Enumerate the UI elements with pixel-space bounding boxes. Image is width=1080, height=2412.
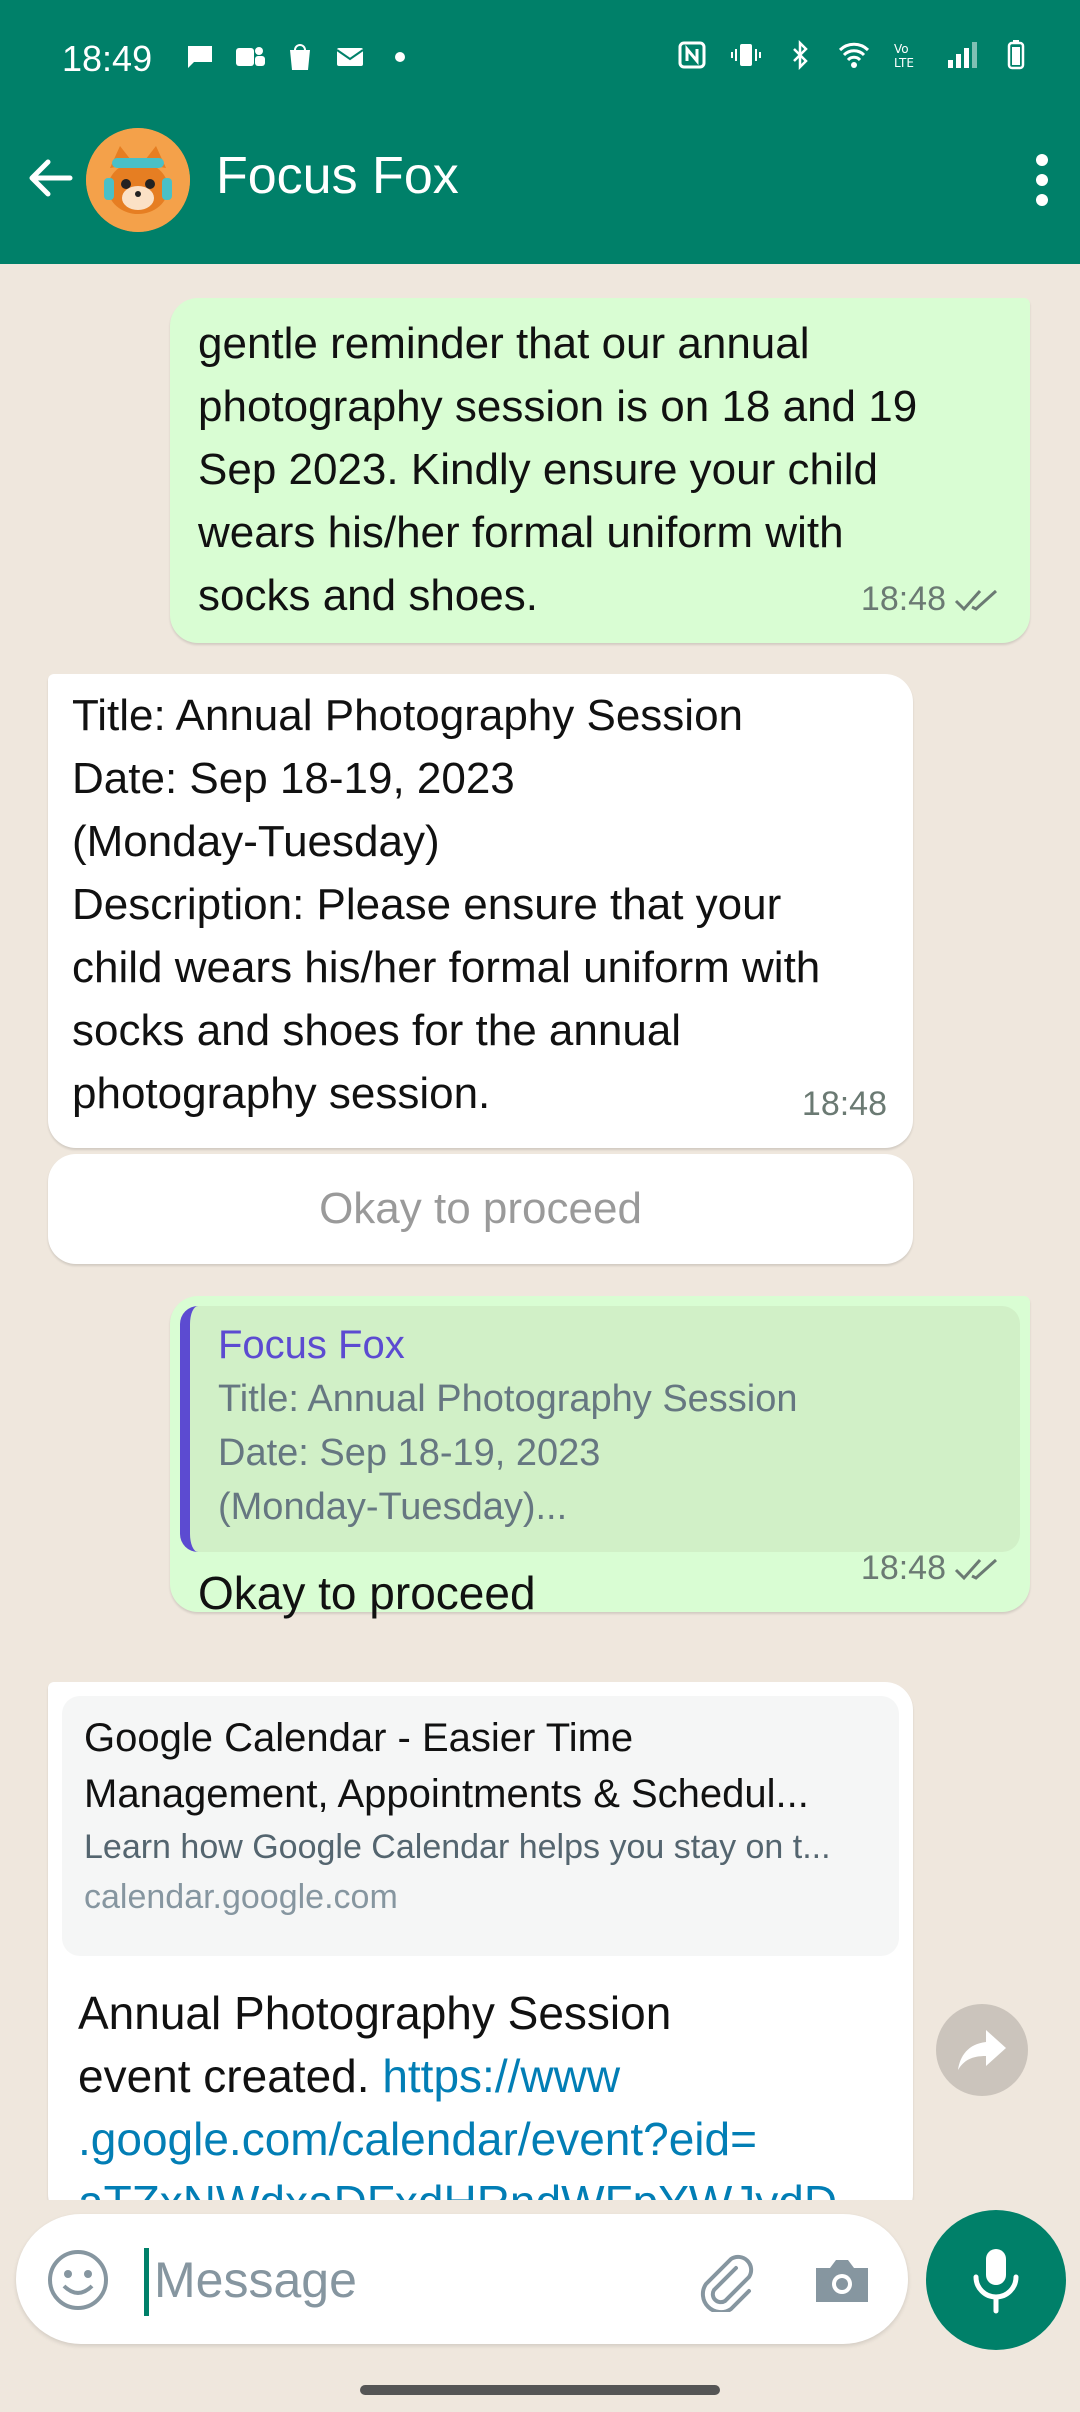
fox-avatar-icon (86, 128, 190, 232)
home-gesture-bar[interactable] (360, 2385, 720, 2395)
chat-area[interactable]: gentle reminder that our annual photogra… (0, 264, 1080, 2200)
message-time: 18:48 (860, 580, 946, 618)
shopify-icon (290, 44, 310, 70)
event-link[interactable]: https://www (382, 2050, 620, 2102)
battery-icon (1007, 40, 1025, 70)
event-link[interactable]: aTZxNWdxaDFxdHRndWFpYWJydD (78, 2171, 883, 2200)
event-link[interactable]: .google.com/calendar/event?eid= (78, 2108, 883, 2171)
preview-title: Google Calendar - Easier Time (84, 1716, 634, 1760)
incoming-link-message[interactable]: Google Calendar - Easier Time Management… (48, 1682, 913, 2200)
text-caret (144, 2248, 149, 2316)
message-body: Annual Photography Session event created… (62, 1956, 899, 2200)
message-meta: 18:48 (861, 568, 1004, 631)
outgoing-reply-message[interactable]: Focus Fox Title: Annual Photography Sess… (170, 1296, 1030, 1619)
quote-author: Focus Fox (218, 1323, 405, 1367)
message-line: Description: Please ensure that your chi… (72, 880, 821, 1118)
svg-text:LTE: LTE (894, 56, 914, 70)
avatar[interactable] (86, 128, 190, 232)
quote-line: Title: Annual Photography Session (218, 1378, 798, 1420)
more-notifications-icon (395, 52, 405, 62)
message-text: gentle reminder that our annual photogra… (198, 319, 918, 620)
back-arrow-icon[interactable] (22, 150, 78, 206)
volte-icon: VoLTE (894, 42, 914, 70)
outgoing-message[interactable]: gentle reminder that our annual photogra… (170, 298, 1030, 643)
chat-notification-icon (188, 46, 212, 68)
wifi-icon (838, 42, 870, 68)
forward-button[interactable] (936, 2004, 1028, 2096)
vibrate-icon (731, 44, 761, 66)
microphone-icon (973, 2249, 1019, 2314)
message-meta: 18:48 (861, 1537, 1004, 1600)
forward-icon (958, 2030, 1006, 2070)
message-meta: 18:48 (802, 1073, 887, 1136)
message-composer (16, 2214, 908, 2344)
message-text: Okay to proceed (198, 1567, 536, 1619)
message-time: 18:48 (860, 1549, 946, 1587)
read-ticks-icon (954, 1558, 998, 1580)
mail-icon (336, 48, 364, 66)
nfc-icon (678, 41, 706, 69)
bluetooth-icon (793, 40, 808, 70)
incoming-message[interactable]: Title: Annual Photography Session Date: … (48, 674, 913, 1148)
teams-icon (236, 47, 265, 66)
preview-domain: calendar.google.com (84, 1878, 398, 1916)
more-options-icon[interactable] (1032, 150, 1052, 210)
read-ticks-icon (954, 589, 998, 611)
message-text: Annual Photography Session (78, 1987, 672, 2039)
notification-icons (184, 42, 416, 72)
status-bar: 18:49 Vo LTE (0, 0, 1080, 124)
app-header: 18:49 Vo LTE Focus Fox (0, 0, 1080, 264)
message-text: event created. (78, 2050, 370, 2102)
message-input[interactable] (154, 2242, 674, 2318)
system-icons: Vo LTE (676, 40, 1032, 70)
svg-text:Vo: Vo (894, 42, 909, 56)
message-line: (Monday-Tuesday) (72, 817, 440, 866)
message-line: Title: Annual Photography Session (72, 691, 744, 740)
okay-to-proceed-button[interactable]: Okay to proceed (48, 1154, 913, 1264)
quoted-message[interactable]: Focus Fox Title: Annual Photography Sess… (180, 1306, 1020, 1552)
emoji-icon[interactable] (46, 2248, 110, 2312)
attach-icon[interactable] (692, 2248, 756, 2312)
system-nav-bar (0, 2356, 1080, 2412)
preview-description: Learn how Google Calendar helps you stay… (84, 1828, 831, 1866)
message-time: 18:48 (801, 1085, 887, 1123)
chat-title[interactable]: Focus Fox (216, 146, 459, 206)
quote-line: (Monday-Tuesday)... (218, 1486, 568, 1528)
status-time: 18:49 (62, 38, 153, 79)
voice-message-button[interactable] (926, 2210, 1066, 2350)
link-preview[interactable]: Google Calendar - Easier Time Management… (62, 1696, 899, 1956)
signal-icon (948, 42, 977, 68)
message-line: Date: Sep 18-19, 2023 (72, 754, 515, 803)
preview-title: Management, Appointments & Schedul... (84, 1772, 809, 1816)
camera-icon[interactable] (810, 2248, 874, 2312)
quote-line: Date: Sep 18-19, 2023 (218, 1432, 601, 1474)
